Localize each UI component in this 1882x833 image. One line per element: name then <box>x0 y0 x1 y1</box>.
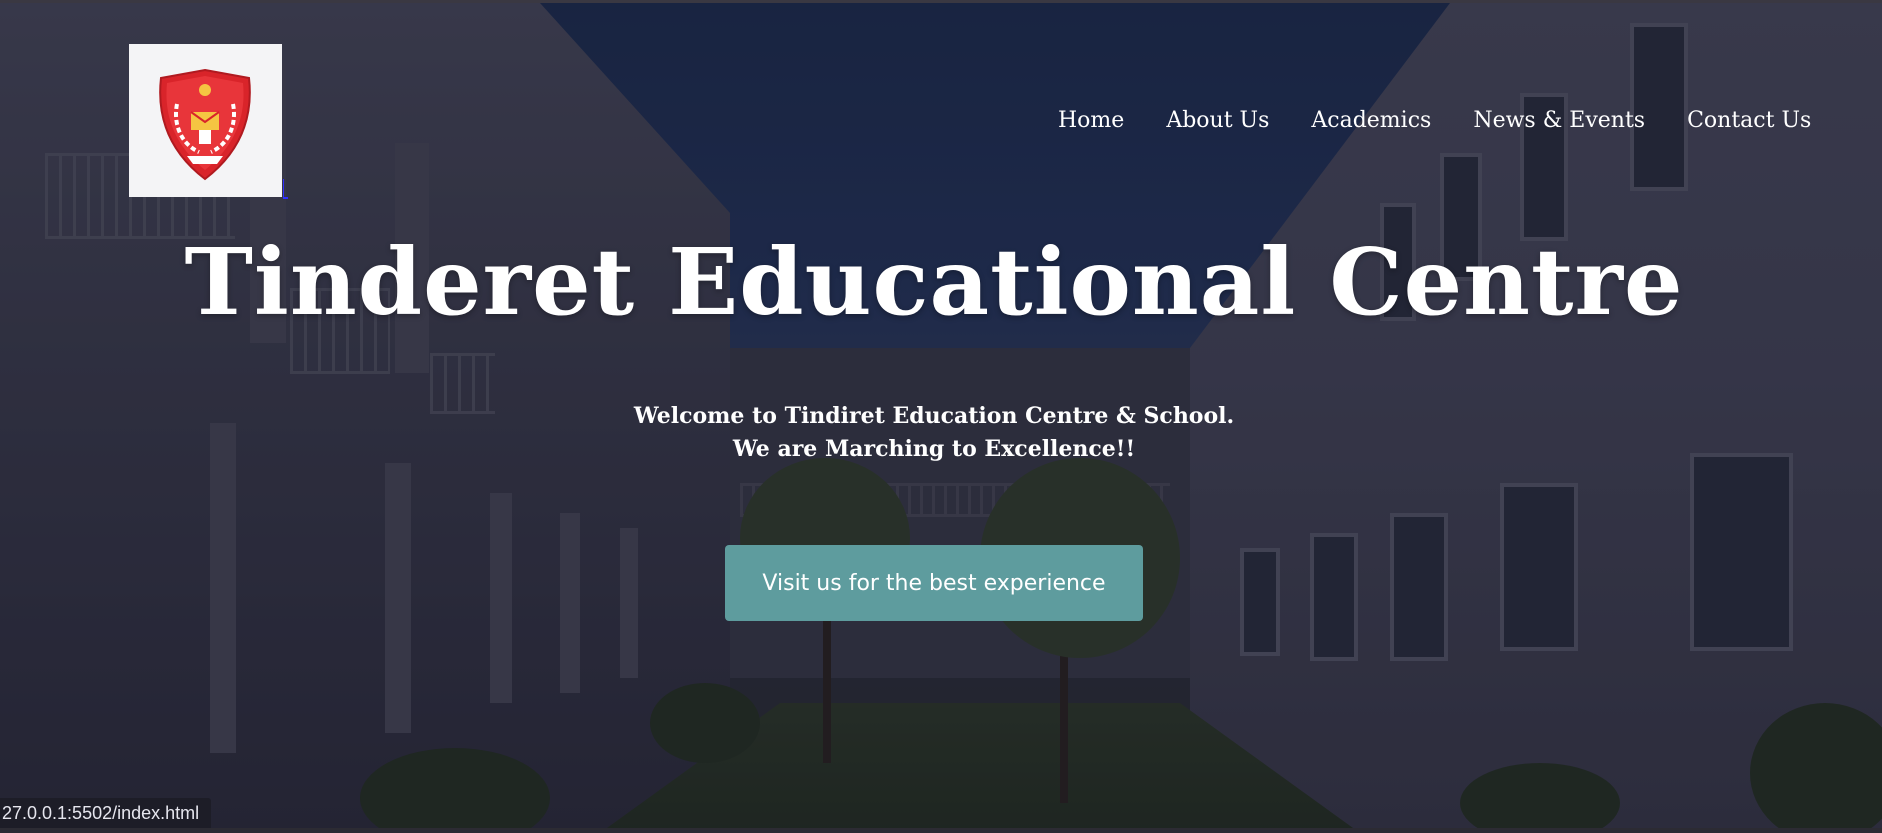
nav-academics[interactable]: Academics <box>1311 108 1431 133</box>
nav-home[interactable]: Home <box>1058 108 1124 133</box>
status-bar-url: 27.0.0.1:5502/index.html <box>0 798 212 828</box>
welcome-line-2: We are Marching to Excellence!! <box>732 436 1136 462</box>
nav-about-us[interactable]: About Us <box>1166 108 1269 133</box>
nav-contact-us[interactable]: Contact Us <box>1687 108 1811 133</box>
visit-us-button[interactable]: Visit us for the best experience <box>725 545 1143 621</box>
site-logo-link[interactable] <box>129 44 282 197</box>
welcome-message: Welcome to Tindiret Education Centre & S… <box>0 400 1868 466</box>
hero-section: Home About Us Academics News & Events Co… <box>0 3 1882 828</box>
logo-link-underline <box>283 179 288 199</box>
page-title: Tinderet Educational Centre <box>184 228 1684 336</box>
school-crest-icon <box>159 68 251 181</box>
window-bottom-border <box>0 828 1882 833</box>
nav-news-events[interactable]: News & Events <box>1473 108 1645 133</box>
welcome-line-1: Welcome to Tindiret Education Centre & S… <box>633 403 1235 429</box>
main-nav: Home About Us Academics News & Events Co… <box>1058 108 1811 133</box>
